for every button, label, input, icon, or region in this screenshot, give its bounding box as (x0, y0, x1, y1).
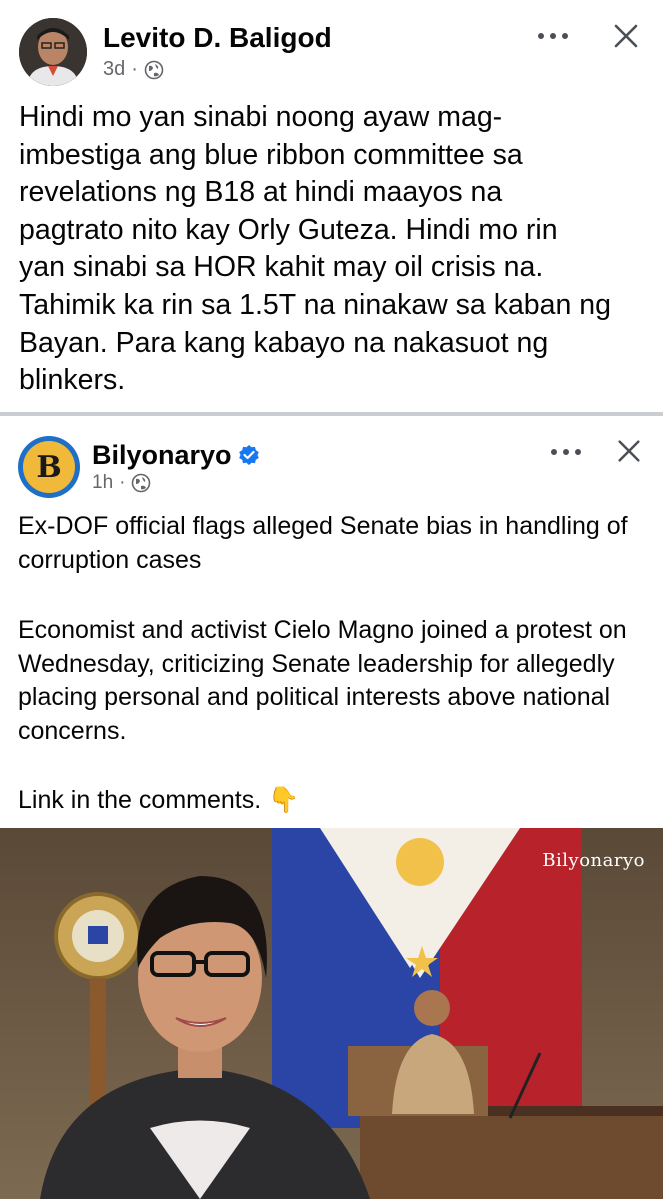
more-options-button[interactable] (551, 449, 581, 455)
post-time[interactable]: 1h (92, 472, 113, 494)
post-link-note: Link in the comments. 👇 (18, 786, 300, 814)
close-icon[interactable] (615, 437, 643, 465)
post-bilyonaryo: B Bilyonaryo 1h · Ex-DOF official flags … (0, 416, 663, 1199)
page-avatar[interactable]: B (18, 436, 80, 498)
image-watermark: Bilyonaryo (542, 850, 645, 871)
more-options-button[interactable] (538, 33, 568, 39)
page-name-row: Bilyonaryo (92, 439, 260, 471)
more-horizontal-icon (551, 449, 557, 455)
author-name[interactable]: Levito D. Baligod (103, 22, 332, 54)
close-icon[interactable] (611, 21, 641, 51)
verified-badge-icon (238, 445, 259, 465)
avatar-letter: B (23, 441, 75, 493)
globe-icon (132, 473, 151, 493)
globe-icon (144, 60, 164, 79)
page-name[interactable]: Bilyonaryo (92, 440, 232, 470)
post-meta: 1h · (92, 472, 151, 494)
post-time[interactable]: 3d (103, 58, 125, 81)
post-meta: 3d · (103, 58, 164, 81)
author-avatar[interactable] (19, 18, 87, 86)
post-headline: Ex-DOF official flags alleged Senate bia… (18, 512, 628, 574)
meta-separator: · (131, 58, 138, 80)
more-horizontal-icon (538, 33, 544, 39)
meta-separator: · (119, 472, 126, 493)
post-body: Economist and activist Cielo Magno joine… (18, 616, 627, 745)
post-text: Hindi mo yan sinabi noong ayaw mag- imbe… (19, 101, 611, 397)
post-image[interactable]: Bilyonaryo (0, 828, 663, 1199)
post-levito: Levito D. Baligod 3d · Hindi mo yan sina… (0, 0, 663, 412)
